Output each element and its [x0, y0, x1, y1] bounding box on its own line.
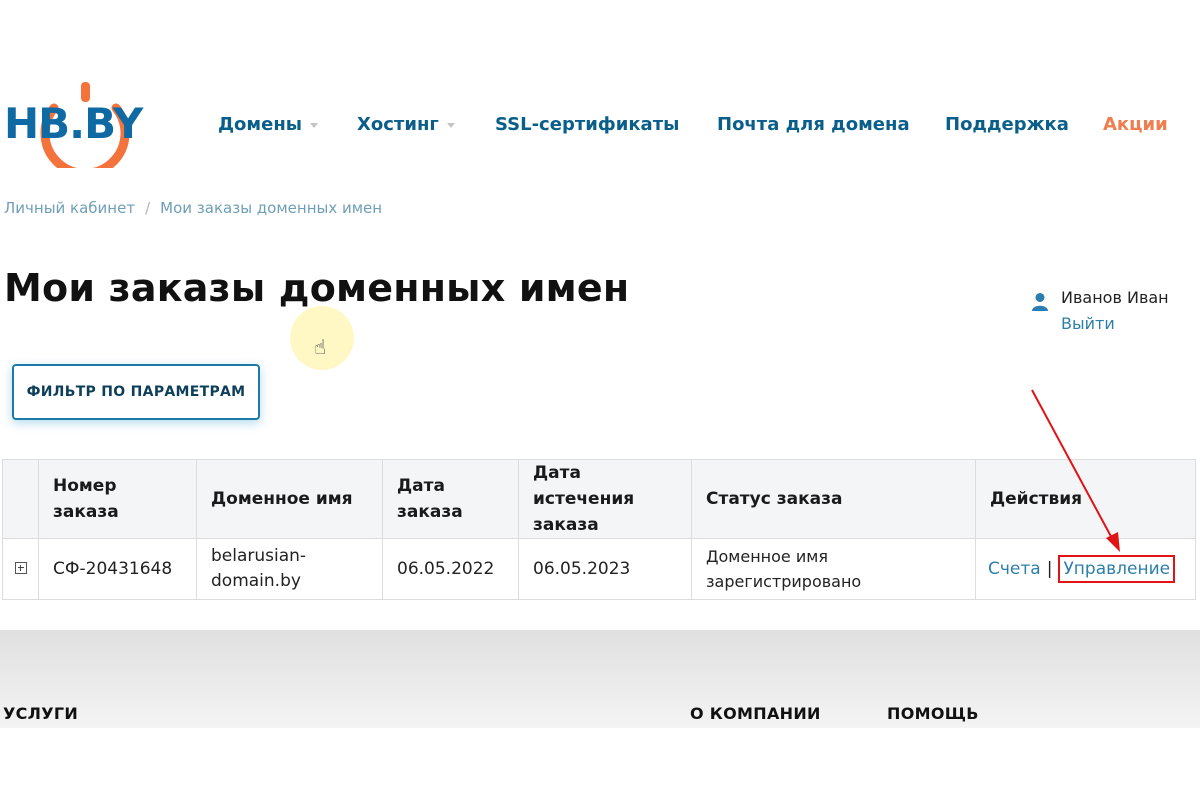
annotation-arrow	[1031, 389, 1120, 552]
nav-item-domains[interactable]: Домены	[218, 112, 319, 138]
header-domain[interactable]: Доменное имя	[196, 459, 383, 539]
nav-label: Хостинг	[357, 114, 439, 135]
header-expand	[2, 459, 39, 539]
footer: УСЛУГИ О КОМПАНИИ ПОМОЩЬ	[0, 630, 1200, 728]
breadcrumb-item-account[interactable]: Личный кабинет	[4, 199, 135, 217]
logo-text: HB.BY	[4, 99, 144, 148]
actions-separator: |	[1046, 558, 1053, 579]
header-expiry-date[interactable]: Дата истечения заказа	[518, 459, 692, 539]
header-order-date[interactable]: Дата заказа	[382, 459, 519, 539]
user-icon	[1032, 293, 1048, 311]
header-status[interactable]: Статус заказа	[691, 459, 976, 539]
site-logo[interactable]: HB.BY	[4, 82, 154, 168]
breadcrumb-separator: /	[145, 199, 151, 217]
nav-item-ssl[interactable]: SSL-сертификаты	[495, 112, 679, 138]
chevron-down-icon	[446, 122, 455, 128]
filter-button[interactable]: ФИЛЬТР ПО ПАРАМЕТРАМ	[12, 364, 260, 420]
expand-cell	[2, 538, 39, 600]
footer-heading-help: ПОМОЩЬ	[887, 704, 979, 723]
hand-cursor-icon: ☝	[314, 335, 327, 359]
chevron-down-icon	[310, 122, 319, 128]
header-order-number[interactable]: Номер заказа	[38, 459, 197, 539]
invoices-link[interactable]: Счета	[988, 559, 1041, 579]
cell-status: Доменное имя зарегистрировано	[691, 538, 976, 600]
cell-order-number: СФ-20431648	[38, 538, 197, 600]
breadcrumb-item-current: Мои заказы доменных имен	[160, 199, 383, 217]
nav-item-promo[interactable]: Акции	[1103, 112, 1168, 138]
manage-link[interactable]: Управление	[1058, 554, 1176, 583]
footer-heading-services: УСЛУГИ	[3, 704, 79, 723]
nav-item-hosting[interactable]: Хостинг	[357, 112, 455, 138]
cell-expiry-date: 06.05.2023	[518, 538, 692, 600]
nav-item-mail[interactable]: Почта для домена	[717, 112, 910, 138]
page-title: Мои заказы доменных имен	[4, 266, 630, 310]
cell-order-date: 06.05.2022	[382, 538, 519, 600]
table-header-row: Номер заказа Доменное имя Дата заказа Да…	[2, 459, 1196, 539]
footer-heading-company: О КОМПАНИИ	[690, 704, 821, 723]
nav-label: Домены	[218, 114, 303, 135]
nav-item-support[interactable]: Поддержка	[945, 112, 1069, 138]
domain-link[interactable]: belarusian-domain.by	[196, 538, 383, 600]
expand-plus-icon[interactable]	[15, 561, 27, 574]
logout-link[interactable]: Выйти	[1061, 314, 1115, 333]
user-name: Иванов Иван	[1061, 288, 1169, 307]
orders-table: Номер заказа Доменное имя Дата заказа Да…	[2, 459, 1196, 600]
breadcrumb: Личный кабинет / Мои заказы доменных имен	[4, 199, 382, 217]
table-row: СФ-20431648 belarusian-domain.by 06.05.2…	[2, 538, 1196, 600]
